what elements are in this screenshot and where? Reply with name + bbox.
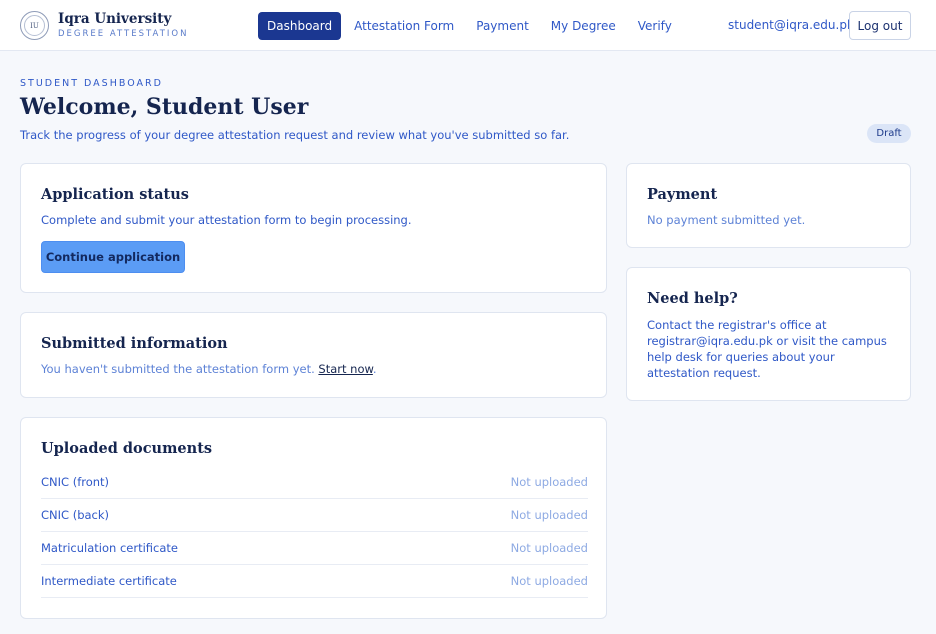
payment-card: Payment No payment submitted yet. (626, 163, 911, 248)
start-now-link[interactable]: Start now (318, 362, 372, 376)
uploaded-documents-card: Uploaded documents CNIC (front) Not uplo… (20, 417, 607, 619)
document-row: CNIC (back) Not uploaded (41, 499, 588, 532)
help-card: Need help? Contact the registrar's offic… (626, 267, 911, 401)
application-status-text: Complete and submit your attestation for… (41, 213, 412, 227)
document-row: Intermediate certificate Not uploaded (41, 565, 588, 598)
submitted-info-title: Submitted information (41, 335, 228, 352)
main-nav: Dashboard Attestation Form Payment My De… (258, 12, 685, 40)
payment-text: No payment submitted yet. (647, 213, 806, 227)
document-status: Not uploaded (510, 475, 588, 489)
continue-application-button[interactable]: Continue application (41, 241, 185, 273)
seal-monogram: IU (24, 15, 45, 36)
user-email-link[interactable]: student@iqra.edu.pk (728, 18, 854, 32)
brand-subtitle: DEGREE ATTESTATION (58, 29, 189, 39)
page-title: Welcome, Student User (20, 94, 309, 120)
uploaded-documents-title: Uploaded documents (41, 440, 213, 457)
page-subtitle: Track the progress of your degree attest… (20, 128, 570, 142)
status-badge: Draft (867, 124, 911, 143)
document-name: Intermediate certificate (41, 574, 177, 588)
document-status: Not uploaded (510, 508, 588, 522)
document-name: Matriculation certificate (41, 541, 178, 555)
nav-payment[interactable]: Payment (467, 12, 538, 40)
application-status-card: Application status Complete and submit y… (20, 163, 607, 293)
logout-button[interactable]: Log out (849, 11, 911, 40)
document-name: CNIC (back) (41, 508, 110, 522)
documents-list: CNIC (front) Not uploaded CNIC (back) No… (41, 466, 588, 598)
payment-title: Payment (647, 186, 718, 203)
application-status-title: Application status (41, 186, 189, 203)
university-seal-icon: IU (20, 11, 49, 40)
top-navigation-bar: IU Iqra University DEGREE ATTESTATION Da… (0, 0, 936, 51)
submitted-info-message: You haven't submitted the attestation fo… (41, 362, 315, 376)
brand-text: Iqra University DEGREE ATTESTATION (58, 11, 188, 40)
brand-name: Iqra University (58, 11, 172, 27)
nav-my-degree[interactable]: My Degree (542, 12, 625, 40)
document-row: Matriculation certificate Not uploaded (41, 532, 588, 565)
submitted-info-suffix: . (372, 362, 377, 376)
document-status: Not uploaded (510, 574, 588, 588)
submitted-info-text: You haven't submitted the attestation fo… (41, 362, 377, 376)
nav-attestation-form[interactable]: Attestation Form (345, 12, 463, 40)
brand[interactable]: IU Iqra University DEGREE ATTESTATION (20, 11, 188, 40)
nav-verify[interactable]: Verify (629, 12, 681, 40)
page-eyebrow: STUDENT DASHBOARD (20, 78, 163, 89)
document-row: CNIC (front) Not uploaded (41, 466, 588, 499)
help-title: Need help? (647, 290, 738, 307)
submitted-info-card: Submitted information You haven't submit… (20, 312, 607, 398)
document-name: CNIC (front) (41, 475, 110, 489)
help-text: Contact the registrar's office at regist… (647, 318, 887, 380)
document-status: Not uploaded (510, 541, 588, 555)
nav-dashboard[interactable]: Dashboard (258, 12, 342, 40)
